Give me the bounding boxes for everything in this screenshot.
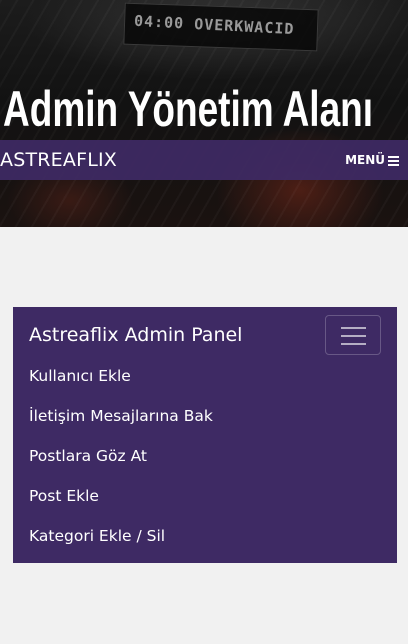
hero-header: 04:00 OVERKWACID Admin Yönetim Alanı AST… (0, 0, 408, 227)
admin-menu-item-contact-messages[interactable]: İletişim Mesajlarına Bak (29, 396, 213, 436)
admin-menu-item-add-post[interactable]: Post Ekle (29, 476, 213, 516)
menu-button[interactable]: MENÜ (345, 151, 399, 169)
page-title: Admin Yönetim Alanı (3, 81, 374, 137)
admin-menu: Kullanıcı Ekle İletişim Mesajlarına Bak … (29, 363, 213, 556)
top-navbar: ASTREAFLIX MENÜ (0, 140, 408, 180)
admin-menu-item-view-posts[interactable]: Postlara Göz At (29, 436, 213, 476)
admin-panel: Astreaflix Admin Panel Kullanıcı Ekle İl… (13, 307, 397, 563)
admin-menu-item-categories[interactable]: Kategori Ekle / Sil (29, 516, 213, 556)
bars-icon (388, 155, 399, 166)
admin-panel-title[interactable]: Astreaflix Admin Panel (29, 323, 242, 347)
navbar-toggler-button[interactable] (325, 315, 381, 355)
menu-label: MENÜ (345, 153, 385, 167)
brand-link[interactable]: ASTREAFLIX (0, 149, 117, 171)
admin-menu-item-add-user[interactable]: Kullanıcı Ekle (29, 356, 213, 396)
